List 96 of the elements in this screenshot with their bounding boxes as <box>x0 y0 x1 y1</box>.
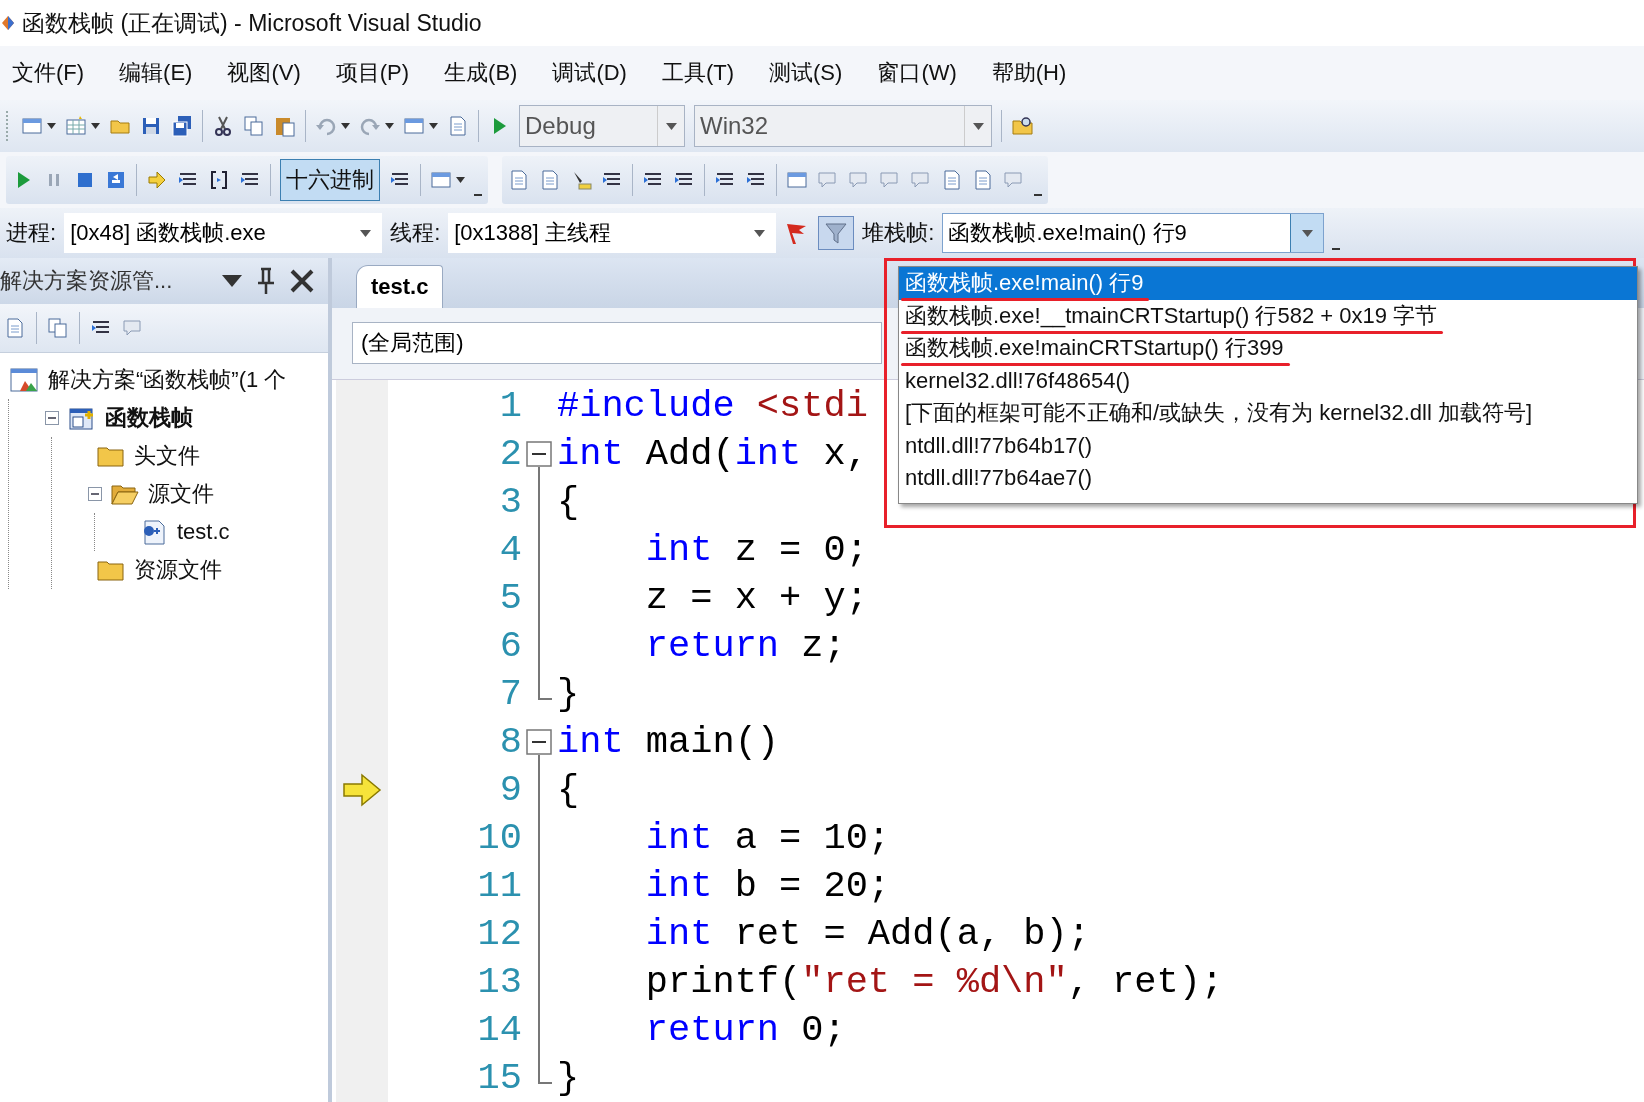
tree-item[interactable]: 资源文件 <box>134 555 222 585</box>
code-line: } <box>557 673 580 715</box>
dropdown-icon[interactable] <box>222 275 242 287</box>
code-line: #include <stdi <box>557 385 868 427</box>
arrow-icon[interactable] <box>146 169 168 191</box>
line-number: 6 <box>498 625 522 667</box>
open-folder-icon <box>110 482 140 506</box>
thread-dropdown[interactable]: [0x1388] 主线程 <box>448 213 777 253</box>
line-number: 11 <box>476 865 522 907</box>
line-number: 9 <box>498 769 522 811</box>
menu-item[interactable]: 视图(V) <box>219 58 318 88</box>
copy-icon[interactable] <box>47 317 69 339</box>
restart-icon[interactable] <box>105 169 127 191</box>
line-number: 1 <box>498 385 522 427</box>
tree-item[interactable]: test.c <box>177 519 230 545</box>
dropdown-arrow-icon[interactable] <box>1301 229 1313 237</box>
solution-icon <box>10 367 40 393</box>
app-logo-icon <box>0 14 16 32</box>
line-number: 7 <box>498 673 522 715</box>
code-line: printf("ret = %d\n", ret); <box>644 961 1224 1003</box>
caret-icon[interactable] <box>91 123 100 129</box>
process-label: 进程: <box>6 219 57 247</box>
caret-icon[interactable] <box>47 123 56 129</box>
folder-icon <box>96 558 126 582</box>
caret-icon[interactable] <box>456 177 465 183</box>
window-icon[interactable] <box>786 169 808 191</box>
scissors-icon[interactable] <box>212 115 234 137</box>
stack-frame-item[interactable]: [下面的框架可能不正确和/或缺失，没有为 kernel32.dll 加载符号] <box>899 397 1637 430</box>
stack-frame-item[interactable]: kernel32.dll!76f48654() <box>899 364 1637 397</box>
line-number: 3 <box>498 481 522 523</box>
code-line: int b = 20; <box>644 865 891 907</box>
line-number: 4 <box>498 529 522 571</box>
stack-frame-item[interactable]: ntdll.dll!77b64b17() <box>899 429 1637 462</box>
stack-frame-dropdown[interactable]: 函数栈帧.exe!main() 行9 <box>942 213 1325 253</box>
code-line: { <box>557 481 580 523</box>
floppy-disks-icon[interactable] <box>171 115 193 137</box>
collapse-icon[interactable] <box>45 411 59 425</box>
panel-title: 解决方案资源管... <box>0 267 174 295</box>
process-dropdown[interactable]: [0x48] 函数栈帧.exe <box>64 213 383 253</box>
folder-icon[interactable] <box>1011 115 1035 137</box>
copy-icon[interactable] <box>243 115 265 137</box>
tree-item[interactable]: 头文件 <box>134 441 200 471</box>
caret-icon[interactable] <box>341 123 350 129</box>
pin-icon[interactable] <box>256 267 276 295</box>
code-line: int z = 0; <box>644 529 868 571</box>
scope-dropdown[interactable]: (全局范围) <box>352 322 882 365</box>
caret-icon[interactable] <box>385 123 394 129</box>
line-number: 10 <box>476 817 522 859</box>
line-number: 15 <box>476 1057 522 1099</box>
menu-item[interactable]: 窗口(W) <box>869 58 974 88</box>
menu-item[interactable]: 文件(F) <box>4 58 102 88</box>
close-icon[interactable] <box>290 269 314 293</box>
hex-toggle-button[interactable]: 十六进制 <box>280 159 380 201</box>
menu-item[interactable]: 生成(B) <box>436 58 535 88</box>
code-line: int Add(int x, <box>557 433 868 475</box>
stack-frame-item[interactable]: ntdll.dll!77b64ae7() <box>899 462 1637 495</box>
code-line: int a = 10; <box>644 817 891 859</box>
menu-item[interactable]: 测试(S) <box>761 58 860 88</box>
menu-item[interactable]: 帮助(H) <box>983 58 1084 88</box>
funnel-icon[interactable] <box>818 216 855 250</box>
stack-frame-item[interactable]: 函数栈帧.exe!mainCRTStartup() 行399 <box>899 332 1637 365</box>
dropdown-arrow-icon[interactable] <box>359 229 371 237</box>
menu-item[interactable]: 调试(D) <box>544 58 644 88</box>
collapse-icon[interactable] <box>526 441 552 467</box>
code-line: { <box>557 769 580 811</box>
line-number: 12 <box>476 913 522 955</box>
stack-frame-label: 堆栈帧: <box>862 219 935 247</box>
caret-icon[interactable] <box>429 123 438 129</box>
line-number: 2 <box>498 433 522 475</box>
line-number: 13 <box>476 961 522 1003</box>
folder-icon <box>96 444 126 468</box>
window-title: 函数栈帧 (正在调试) - Microsoft Visual Studio <box>22 8 482 38</box>
code-line: int main() <box>557 721 780 763</box>
code-line: z = x + y; <box>644 577 868 619</box>
stack-frame-item[interactable]: 函数栈帧.exe!__tmainCRTStartup() 行582 + 0x19 字节 <box>899 299 1637 332</box>
tree-item[interactable]: 函数栈帧 <box>105 403 193 433</box>
menu-item[interactable]: 工具(T) <box>653 58 752 88</box>
tree-item[interactable]: 解决方案“函数栈帧”(1 个 <box>48 365 287 395</box>
collapse-icon[interactable] <box>88 487 102 501</box>
code-line: return z; <box>644 625 846 667</box>
tree-item[interactable]: 源文件 <box>148 479 214 509</box>
code-line: } <box>557 1057 580 1099</box>
thread-label: 线程: <box>390 219 441 247</box>
clipboard-icon[interactable] <box>274 115 296 137</box>
line-number: 14 <box>476 1009 522 1051</box>
menu-item[interactable]: 编辑(E) <box>111 58 210 88</box>
editor-tab[interactable]: test.c <box>356 264 444 308</box>
bracket-icon[interactable] <box>208 169 230 191</box>
line-number: 5 <box>498 577 522 619</box>
code-line: return 0; <box>644 1009 846 1051</box>
collapse-icon[interactable] <box>526 729 552 755</box>
code-line: int ret = Add(a, b); <box>644 913 1090 955</box>
stack-frame-item[interactable]: 函数栈帧.exe!main() 行9 <box>899 267 1637 300</box>
dropdown-arrow-icon[interactable] <box>753 229 765 237</box>
menu-item[interactable]: 项目(P) <box>327 58 427 88</box>
line-number: 8 <box>498 721 522 763</box>
